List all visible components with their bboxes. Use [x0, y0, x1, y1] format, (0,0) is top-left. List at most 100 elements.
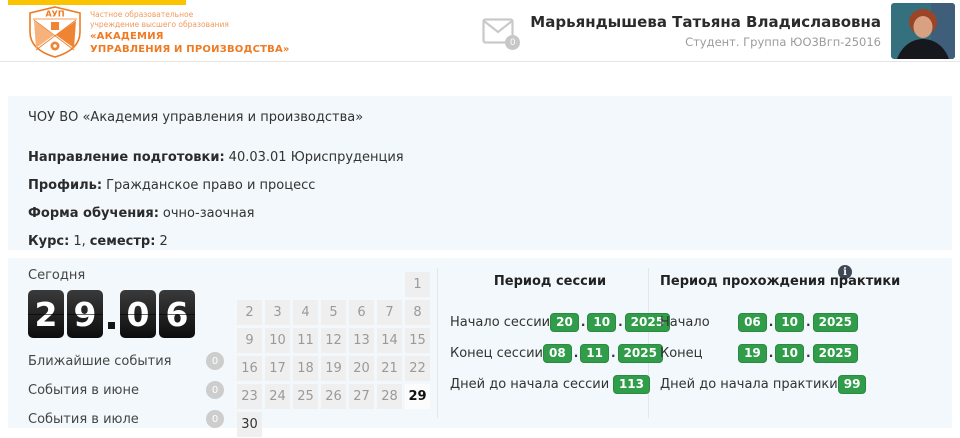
value-badge: 2025: [618, 344, 663, 363]
avatar[interactable]: [891, 3, 955, 59]
calendar-day[interactable]: 12: [321, 328, 346, 353]
calendar-day[interactable]: 30: [237, 412, 262, 437]
value-badge: 2025: [813, 313, 858, 332]
period-row-label: Дней до начала практики: [660, 377, 838, 392]
dashboard-panel: Сегодня 2906 Ближайшие события0События в…: [8, 258, 952, 428]
practice-period-column: Период прохождения практики Начало06.10.…: [660, 274, 858, 395]
university-name-block: Частное образовательное учреждение высше…: [90, 10, 290, 56]
messages-button[interactable]: 0: [482, 18, 514, 44]
calendar-day[interactable]: 2: [237, 300, 262, 325]
org-title-line2: УПРАВЛЕНИЯ И ПРОИЗВОДСТВА»: [90, 43, 290, 56]
calendar-day[interactable]: 26: [321, 384, 346, 409]
calendar-day[interactable]: 3: [265, 300, 290, 325]
value-badge: 19: [738, 344, 767, 363]
period-row-label: Конец сессии: [450, 346, 543, 361]
calendar-day[interactable]: 29: [405, 384, 430, 409]
calendar-day[interactable]: 15: [405, 328, 430, 353]
period-row-values: 113: [613, 375, 650, 394]
semester-value: 2: [159, 234, 167, 249]
profile-value: Гражданское право и процесс: [106, 178, 315, 193]
flip-digit: 2: [28, 290, 64, 338]
calendar-empty-cell: [237, 272, 262, 297]
calendar-day[interactable]: 7: [377, 300, 402, 325]
calendar-empty-cell: [377, 272, 402, 297]
calendar-day[interactable]: 19: [321, 356, 346, 381]
calendar-day[interactable]: 16: [237, 356, 262, 381]
value-badge: 113: [613, 375, 650, 394]
event-link[interactable]: События в июне0: [28, 380, 224, 400]
date-dot-separator: .: [769, 346, 774, 360]
avatar-photo: [891, 3, 955, 59]
date-dot-separator: .: [806, 346, 811, 360]
event-label: События в июле: [28, 412, 139, 427]
calendar-day[interactable]: 17: [265, 356, 290, 381]
messages-count-badge: 0: [505, 35, 520, 50]
info-row-course: Курс:1,семестр:2: [28, 234, 952, 249]
value-badge: 2025: [813, 344, 858, 363]
calendar-day[interactable]: 14: [377, 328, 402, 353]
calendar-day[interactable]: 27: [349, 384, 374, 409]
calendar-day[interactable]: 10: [265, 328, 290, 353]
period-row-label: Начало сессии: [450, 315, 550, 330]
value-badge: 10: [587, 313, 616, 332]
vertical-divider: [437, 268, 438, 418]
study-form-label: Форма обучения:: [28, 206, 159, 221]
value-badge: 20: [550, 313, 579, 332]
shield-logo-icon: АУП: [27, 6, 83, 58]
calendar-empty-cell: [321, 272, 346, 297]
period-row: Начало06.10.2025: [660, 311, 858, 333]
calendar-day[interactable]: 5: [321, 300, 346, 325]
flip-digit: 9: [67, 290, 103, 338]
header-right: 0 Марьяндышева Татьяна Владиславовна Сту…: [482, 0, 955, 62]
calendar-day[interactable]: 25: [293, 384, 318, 409]
info-row-profile: Профиль:Гражданское право и процесс: [28, 178, 952, 193]
user-menu[interactable]: Марьяндышева Татьяна Владиславовна Студе…: [530, 13, 881, 49]
calendar-day[interactable]: 11: [293, 328, 318, 353]
org-title-line1: «АКАДЕМИЯ: [90, 30, 290, 43]
university-logo[interactable]: АУП: [27, 6, 83, 58]
calendar-day[interactable]: 24: [265, 384, 290, 409]
date-dot-separator: .: [806, 315, 811, 329]
date-dot-separator: .: [618, 315, 623, 329]
period-row-values: 99: [838, 375, 867, 394]
value-badge: 99: [838, 375, 867, 394]
info-row-direction: Направление подготовки:40.03.01 Юриспруд…: [28, 150, 952, 165]
value-badge: 10: [775, 344, 804, 363]
calendar-day[interactable]: 13: [349, 328, 374, 353]
date-dot-separator: .: [574, 346, 579, 360]
period-row-label: Конец: [660, 346, 703, 361]
calendar-day[interactable]: 8: [405, 300, 430, 325]
top-accent-bar: [8, 0, 186, 5]
period-row-values: 08.11.2025: [543, 344, 663, 363]
event-label: Ближайшие события: [28, 354, 172, 369]
calendar-day[interactable]: 21: [377, 356, 402, 381]
calendar-day[interactable]: 28: [377, 384, 402, 409]
calendar-day[interactable]: 20: [349, 356, 374, 381]
calendar-day[interactable]: 22: [405, 356, 430, 381]
value-badge: 06: [738, 313, 767, 332]
calendar-day[interactable]: 4: [293, 300, 318, 325]
institution-name: ЧОУ ВО «Академия управления и производст…: [28, 110, 952, 125]
event-link[interactable]: Ближайшие события0: [28, 351, 224, 371]
calendar-day[interactable]: 9: [237, 328, 262, 353]
event-count-badge: 0: [206, 410, 224, 428]
events-list: Ближайшие события0События в июне0События…: [28, 351, 228, 429]
period-row: Дней до начала сессии113: [450, 373, 650, 395]
study-form-value: очно-заочная: [163, 206, 255, 221]
calendar-day[interactable]: 18: [293, 356, 318, 381]
period-row: Конец19.10.2025: [660, 342, 858, 364]
calendar-day[interactable]: 23: [237, 384, 262, 409]
period-row: Начало сессии20.10.2025: [450, 311, 650, 333]
period-row: Конец сессии08.11.2025: [450, 342, 650, 364]
calendar-day[interactable]: 1: [405, 272, 430, 297]
event-link[interactable]: События в июле 0: [28, 409, 224, 429]
org-subtitle-line1: Частное образовательное: [90, 10, 290, 20]
header: АУП Частное образовательное учреждение в…: [0, 0, 960, 62]
date-dot-separator: .: [581, 315, 586, 329]
semester-label: семестр:: [90, 234, 156, 249]
calendar-day[interactable]: 6: [349, 300, 374, 325]
value-badge: 10: [775, 313, 804, 332]
direction-label: Направление подготовки:: [28, 150, 225, 165]
event-label: События в июне: [28, 383, 139, 398]
info-row-study-form: Форма обучения: очно-заочная: [28, 206, 952, 221]
